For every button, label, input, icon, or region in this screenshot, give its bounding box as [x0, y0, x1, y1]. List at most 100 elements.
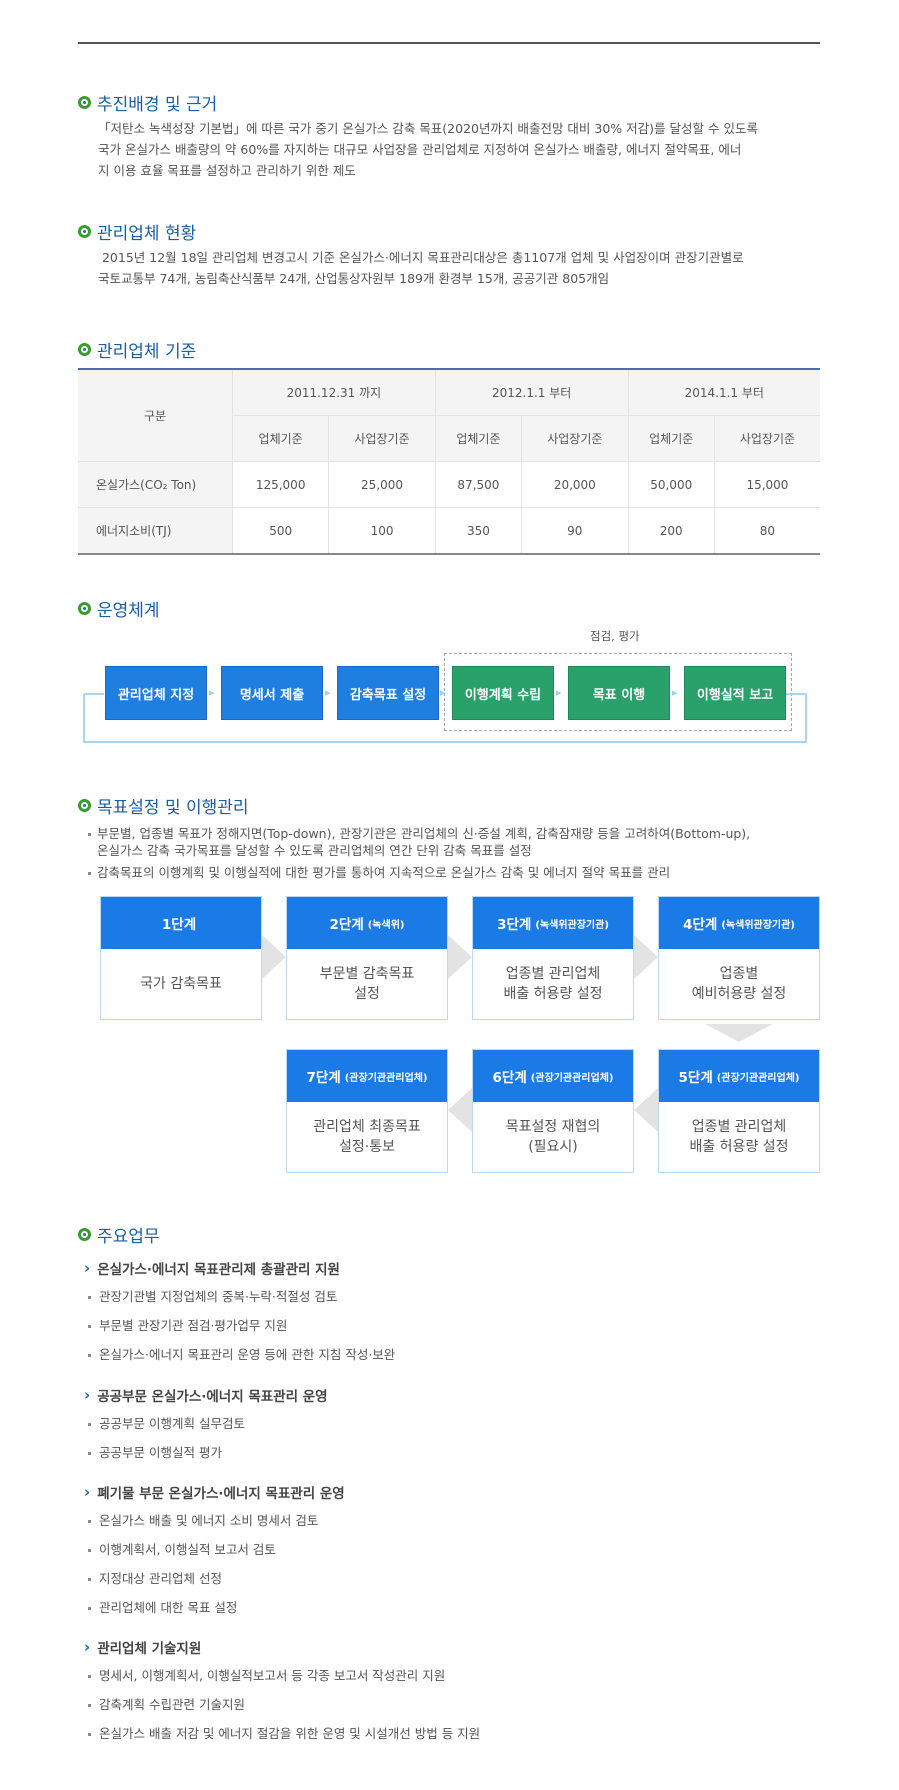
paragraph-line: 「저탄소 녹색성장 기본법」에 따른 국가 중기 온실가스 감축 목표(2020… — [98, 121, 758, 136]
stage-1: 1단계 국가 감축목표 — [100, 896, 262, 1020]
table-cell: 90 — [521, 507, 629, 555]
paragraph-line: 국토교통부 74개, 농림축산식품부 24개, 산업통상자원부 189개 환경부… — [98, 271, 610, 286]
table-period-header: 2012.1.1 부터 — [434, 368, 629, 416]
stage-2: 2단계 (녹색위) 부문별 감축목표 설정 — [286, 896, 448, 1020]
status-paragraph: 2015년 12월 18일 관리업체 변경고시 기준 온실가스·에너지 목표관리… — [98, 247, 820, 289]
stage-4: 4단계 (녹색위관장기관) 업종별 예비허용량 설정 — [658, 896, 820, 1020]
section-title-text: 관리업체 기준 — [97, 342, 197, 362]
arrow-down-icon — [705, 1024, 773, 1042]
list-item: 이행계획서, 이행실적 보고서 검토 — [88, 1539, 276, 1558]
section-title-target: 목표설정 및 이행관리 — [78, 793, 249, 818]
evaluation-group-label: 점검, 평가 — [590, 629, 640, 643]
square-bullet-icon — [88, 833, 91, 836]
target-note-2: 감축목표의 이행계획 및 이행실적에 대한 평가를 통하여 지속적으로 온실가스… — [88, 864, 828, 881]
flow-step-report: 이행실적 보고 — [684, 666, 786, 720]
square-bullet-icon — [88, 1325, 91, 1328]
table-cell: 350 — [434, 507, 523, 555]
square-bullet-icon — [88, 1675, 91, 1678]
ring-bullet-icon — [78, 96, 91, 109]
stage-3: 3단계 (녹색위관장기관) 업종별 관리업체 배출 허용량 설정 — [472, 896, 634, 1020]
table-cell: 500 — [231, 507, 330, 555]
stage-body: 국가 감축목표 — [140, 976, 222, 992]
flow-step-plan: 이행계획 수립 — [452, 666, 554, 720]
table-subheader: 업체기준 — [627, 415, 715, 462]
stage-body: 부문별 감축목표 설정 — [319, 966, 415, 1002]
ring-bullet-icon — [78, 799, 91, 812]
top-divider — [78, 42, 820, 44]
stage-7: 7단계 (관장기관관리업체) 관리업체 최종목표 설정·통보 — [286, 1049, 448, 1173]
stage-5: 5단계 (관장기관관리업체) 업종별 관리업체 배출 허용량 설정 — [658, 1049, 820, 1173]
table-cell: 87,500 — [434, 461, 523, 508]
list-item: 공공부문 이행계획 실무검토 — [88, 1413, 245, 1432]
section-title-status: 관리업체 현황 — [78, 219, 196, 244]
section-title-background: 추진배경 및 근거 — [78, 90, 217, 115]
duty-group-heading: › 관리업체 기술지원 — [84, 1638, 202, 1657]
table-subheader: 사업장기준 — [713, 415, 820, 462]
square-bullet-icon — [88, 1578, 91, 1581]
stage-body: 업종별 예비허용량 설정 — [691, 966, 787, 1002]
paragraph-line: 국가 온실가스 배출량의 약 60%를 자지하는 대규모 사업장을 관리업체로 … — [98, 142, 742, 157]
table-subheader: 사업장기준 — [328, 415, 436, 462]
section-title-operation: 운영체계 — [78, 596, 160, 621]
paragraph-line: 2015년 12월 18일 관리업체 변경고시 기준 온실가스·에너지 목표관리… — [98, 250, 744, 265]
duty-group-heading: › 폐기물 부문 온실가스·에너지 목표관리 운영 — [84, 1483, 345, 1502]
table-cell: 100 — [328, 507, 436, 555]
table-cell: 15,000 — [713, 461, 820, 508]
list-item: 관리업체에 대한 목표 설정 — [88, 1597, 237, 1616]
arrow-right-icon — [634, 935, 658, 979]
section-title-text: 추진배경 및 근거 — [97, 95, 218, 115]
list-item: 부문별 관장기관 점검·평가업무 지원 — [88, 1315, 287, 1334]
square-bullet-icon — [88, 872, 91, 875]
chevron-right-icon: › — [84, 1483, 91, 1501]
table-subheader: 업체기준 — [232, 415, 330, 462]
stage-header: 4단계 (녹색위관장기관) — [659, 897, 819, 949]
stage-body: 관리업체 최종목표 설정·통보 — [313, 1119, 421, 1155]
table-cell: 80 — [713, 507, 820, 555]
arrow-right-icon — [262, 935, 286, 979]
ring-bullet-icon — [78, 602, 91, 615]
ring-bullet-icon — [78, 225, 91, 238]
table-row: 에너지소비(TJ) 500 100 350 90 200 80 — [78, 507, 820, 555]
chevron-right-icon: › — [84, 1386, 91, 1404]
target-note-1: 부문별, 업종별 목표가 정해지면(Top-down), 관장기관은 관리업체의… — [88, 825, 828, 859]
table-cell: 125,000 — [231, 461, 330, 508]
duty-group-heading: › 온실가스·에너지 목표관리제 총괄관리 지원 — [84, 1259, 340, 1278]
list-item: 감축계획 수립관련 기술지원 — [88, 1694, 245, 1713]
square-bullet-icon — [88, 1354, 91, 1357]
stage-header: 3단계 (녹색위관장기관) — [473, 897, 633, 949]
chevron-right-icon: › — [84, 1259, 91, 1277]
table-row-label: 에너지소비(TJ) — [78, 507, 233, 555]
table-cell: 50,000 — [627, 461, 715, 508]
list-item: 온실가스 배출 저감 및 에너지 절감을 위한 운영 및 시설개선 방법 등 지… — [88, 1723, 480, 1742]
background-paragraph: 「저탄소 녹색성장 기본법」에 따른 국가 중기 온실가스 감축 목표(2020… — [98, 118, 820, 181]
arrow-right-icon — [448, 935, 472, 979]
table-period-header: 2014.1.1 부터 — [627, 368, 820, 416]
stage-body: 업종별 관리업체 배출 허용량 설정 — [503, 966, 603, 1002]
square-bullet-icon — [88, 1452, 91, 1455]
flow-step-target: 감축목표 설정 — [337, 666, 439, 720]
list-item: 공공부문 이행실적 평가 — [88, 1442, 222, 1461]
table-subheader: 사업장기준 — [521, 415, 629, 462]
table-period-header: 2011.12.31 까지 — [232, 368, 436, 416]
stage-6: 6단계 (관장기관관리업체) 목표설정 재협의 (필요시) — [472, 1049, 634, 1173]
section-title-text: 관리업체 현황 — [97, 224, 197, 244]
table-subheader: 업체기준 — [434, 415, 523, 462]
square-bullet-icon — [88, 1423, 91, 1426]
list-item: 명세서, 이행계획서, 이행실적보고서 등 각종 보고서 작성관리 지원 — [88, 1665, 445, 1684]
duty-group-heading: › 공공부문 온실가스·에너지 목표관리 운영 — [84, 1386, 328, 1405]
arrow-left-icon — [634, 1088, 658, 1132]
list-item: 온실가스·에너지 목표관리 운영 등에 관한 지침 작성·보완 — [88, 1344, 395, 1363]
ring-bullet-icon — [78, 1228, 91, 1241]
table-cell: 20,000 — [521, 461, 629, 508]
table-row: 온실가스(CO₂ Ton) 125,000 25,000 87,500 20,0… — [78, 461, 820, 508]
chevron-right-icon: › — [84, 1638, 91, 1656]
stage-header: 6단계 (관장기관관리업체) — [473, 1050, 633, 1102]
flow-step-implement: 목표 이행 — [568, 666, 670, 720]
section-title-text: 주요업무 — [97, 1227, 160, 1247]
table-corner-cell: 구분 — [78, 368, 233, 462]
stage-body: 목표설정 재협의 (필요시) — [505, 1119, 601, 1155]
flow-step-statement: 명세서 제출 — [221, 666, 323, 720]
stage-header: 5단계 (관장기관관리업체) — [659, 1050, 819, 1102]
paragraph-line: 지 이용 효율 목표를 설정하고 관리하기 위한 제도 — [98, 163, 356, 178]
stage-header: 7단계 (관장기관관리업체) — [287, 1050, 447, 1102]
